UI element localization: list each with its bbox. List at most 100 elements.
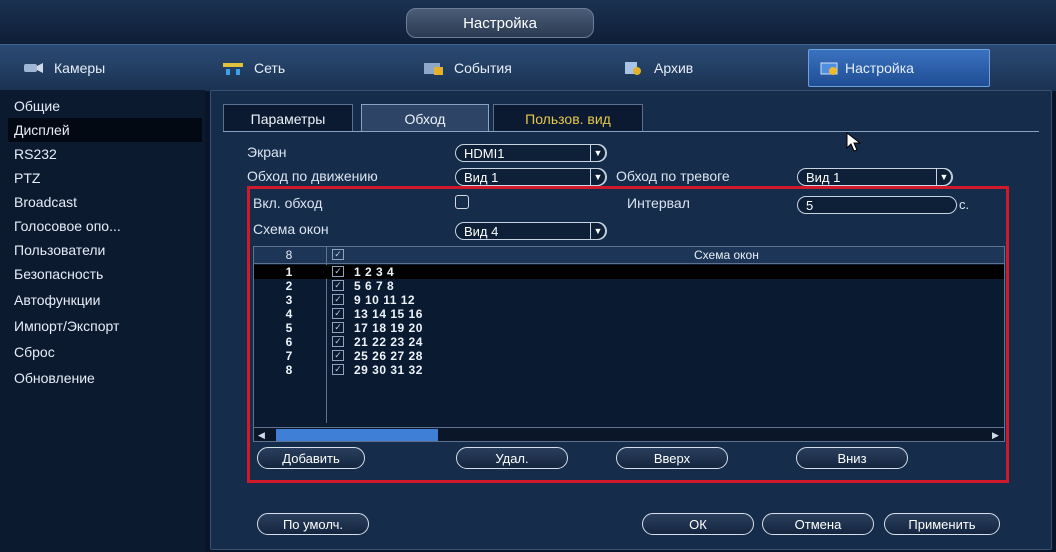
interval-unit: с. — [959, 197, 970, 212]
row-checkbox[interactable]: ✓ — [332, 322, 344, 333]
cursor-icon — [846, 132, 862, 152]
row-checkbox[interactable]: ✓ — [332, 280, 344, 291]
interval-input[interactable]: 5 — [797, 196, 957, 214]
alarm-tour-select[interactable]: Вид 1 ▼ — [797, 168, 953, 186]
menu-network-label: Сеть — [254, 60, 286, 76]
header-count: 8 — [285, 248, 293, 262]
row-checkbox[interactable]: ✓ — [332, 294, 344, 305]
menu-network[interactable]: Сеть — [208, 49, 388, 87]
menu-cameras-label: Камеры — [54, 60, 106, 76]
row-checkbox[interactable]: ✓ — [332, 350, 344, 361]
alarm-tour-label: Обход по тревоге — [616, 168, 730, 184]
table-row[interactable]: 3 ✓ 9 10 11 12 — [254, 293, 1004, 307]
default-button[interactable]: По умолч. — [257, 513, 369, 535]
cancel-button[interactable]: Отмена — [762, 513, 874, 535]
row-checkbox[interactable]: ✓ — [332, 364, 344, 375]
menu-archive-label: Архив — [654, 60, 694, 76]
chevron-down-icon: ▼ — [590, 168, 606, 186]
tab-divider — [223, 131, 1039, 132]
row-number: 8 — [285, 363, 293, 377]
events-icon — [424, 63, 443, 75]
window-title: Настройка — [406, 8, 594, 38]
row-checkbox[interactable]: ✓ — [332, 336, 344, 347]
horizontal-scrollbar[interactable]: ◀ ▶ — [254, 427, 1004, 441]
sidebar-item-general[interactable]: Общие — [8, 94, 202, 118]
motion-tour-label: Обход по движению — [247, 168, 378, 184]
sidebar-item-broadcast[interactable]: Broadcast — [8, 190, 202, 214]
sidebar-item-display[interactable]: Дисплей — [8, 118, 202, 142]
enable-tour-checkbox[interactable] — [455, 195, 469, 209]
layout-select[interactable]: Вид 4 ▼ — [455, 222, 607, 240]
sidebar-item-rs232[interactable]: RS232 — [8, 142, 202, 166]
layout-select-value: Вид 4 — [464, 223, 499, 239]
menu-events[interactable]: События — [408, 49, 588, 87]
sidebar-item-voice[interactable]: Голосовое опо... — [8, 214, 202, 238]
row-checkbox[interactable]: ✓ — [332, 266, 344, 277]
chevron-down-icon: ▼ — [590, 144, 606, 162]
cameras-icon — [24, 63, 43, 73]
sidebar: Общие Дисплей RS232 PTZ Broadcast Голосо… — [0, 90, 205, 552]
row-windows: 9 10 11 12 — [354, 293, 416, 307]
sidebar-item-autofunctions[interactable]: Автофункции — [8, 288, 202, 312]
tab-custom-view[interactable]: Пользов. вид — [493, 104, 643, 132]
add-button[interactable]: Добавить — [257, 447, 365, 469]
scroll-left-icon[interactable]: ◀ — [258, 430, 265, 441]
sidebar-item-reset[interactable]: Сброс — [8, 340, 202, 364]
menu-settings-label: Настройка — [845, 60, 914, 76]
table-row[interactable]: 4 ✓ 13 14 15 16 — [254, 307, 1004, 321]
menu-archive[interactable]: Архив — [608, 49, 788, 87]
menu-events-label: События — [454, 60, 512, 76]
table-row[interactable]: 7 ✓ 25 26 27 28 — [254, 349, 1004, 363]
chevron-down-icon: ▼ — [590, 222, 606, 240]
row-number: 7 — [285, 349, 293, 363]
table-row[interactable]: 1 ✓ 1 2 3 4 — [254, 265, 1004, 279]
menu-cameras[interactable]: Камеры — [8, 49, 188, 87]
row-windows: 17 18 19 20 — [354, 321, 423, 335]
network-icon — [223, 63, 243, 75]
tour-table: 8 ✓ Схема окон 1 ✓ 1 2 3 4 2 ✓ 5 6 7 8 3… — [253, 246, 1005, 442]
tab-tour[interactable]: Обход — [361, 104, 489, 132]
archive-icon — [625, 62, 641, 75]
table-row[interactable]: 2 ✓ 5 6 7 8 — [254, 279, 1004, 293]
screen-select[interactable]: HDMI1 ▼ — [455, 144, 607, 162]
row-number: 1 — [285, 265, 293, 279]
motion-tour-select[interactable]: Вид 1 ▼ — [455, 168, 607, 186]
table-header: 8 ✓ Схема окон — [254, 247, 1004, 264]
ok-button[interactable]: ОК — [642, 513, 754, 535]
table-row[interactable]: 8 ✓ 29 30 31 32 — [254, 363, 1004, 377]
sidebar-item-security[interactable]: Безопасность — [8, 262, 202, 286]
move-down-button[interactable]: Вниз — [796, 447, 908, 469]
delete-button[interactable]: Удал. — [456, 447, 568, 469]
row-number: 2 — [285, 279, 293, 293]
sidebar-item-import-export[interactable]: Импорт/Экспорт — [8, 314, 202, 338]
interval-label: Интервал — [627, 195, 690, 211]
row-number: 6 — [285, 335, 293, 349]
row-number: 4 — [285, 307, 293, 321]
select-all-checkbox[interactable]: ✓ — [332, 249, 344, 260]
enable-tour-label: Вкл. обход — [253, 195, 323, 211]
table-row[interactable]: 6 ✓ 21 22 23 24 — [254, 335, 1004, 349]
scroll-thumb[interactable] — [276, 429, 438, 441]
row-number: 5 — [285, 321, 293, 335]
layout-label: Схема окон — [253, 221, 329, 237]
sidebar-item-update[interactable]: Обновление — [8, 366, 202, 390]
row-windows: 1 2 3 4 — [354, 265, 395, 279]
title-bar: Настройка — [0, 0, 1056, 44]
scroll-right-icon[interactable]: ▶ — [992, 430, 999, 441]
screen-label: Экран — [247, 144, 287, 160]
tab-parameters[interactable]: Параметры — [223, 104, 353, 132]
main-menu: Камеры Сеть События Архив Настройка — [0, 44, 1056, 92]
sidebar-item-ptz[interactable]: PTZ — [8, 166, 202, 190]
row-windows: 21 22 23 24 — [354, 335, 423, 349]
row-windows: 29 30 31 32 — [354, 363, 423, 377]
move-up-button[interactable]: Вверх — [616, 447, 728, 469]
apply-button[interactable]: Применить — [884, 513, 1000, 535]
screen-select-value: HDMI1 — [464, 145, 505, 161]
menu-settings[interactable]: Настройка — [808, 49, 990, 87]
header-windows: Схема окон — [694, 248, 759, 262]
row-checkbox[interactable]: ✓ — [332, 308, 344, 319]
sidebar-item-users[interactable]: Пользователи — [8, 238, 202, 262]
row-windows: 5 6 7 8 — [354, 279, 395, 293]
motion-tour-value: Вид 1 — [464, 169, 499, 185]
table-row[interactable]: 5 ✓ 17 18 19 20 — [254, 321, 1004, 335]
